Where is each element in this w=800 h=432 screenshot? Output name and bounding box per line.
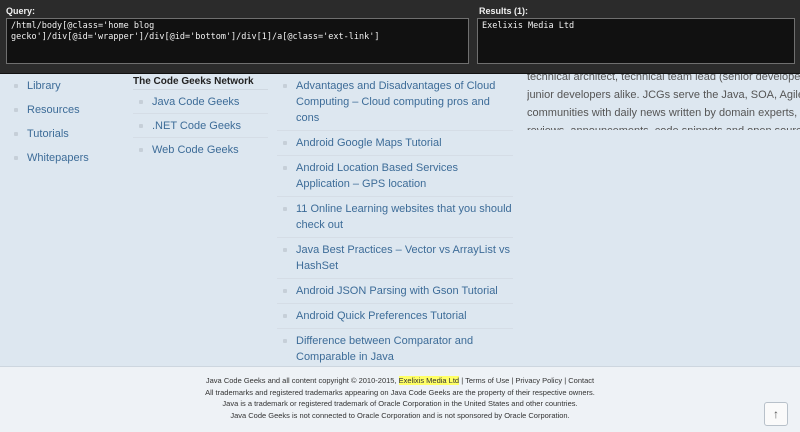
link-tutorials[interactable]: Tutorials [8, 122, 116, 146]
bullet-icon [14, 156, 18, 160]
copyright-text: Java Code Geeks and all content copyrigh… [205, 376, 397, 385]
results-label: Results (1): [479, 6, 529, 16]
arrow-up-icon: ↑ [773, 407, 779, 421]
copyright-line: Java Code Geeks and all content copyrigh… [0, 375, 800, 387]
links-column: Library Resources Tutorials Whitepapers [8, 74, 116, 170]
privacy-link[interactable]: Privacy Policy [515, 376, 562, 385]
query-input[interactable]: /html/body[@class='home blog gecko']/div… [6, 18, 469, 64]
link-label: Whitepapers [27, 152, 89, 164]
post-title: Android Quick Preferences Tutorial [296, 310, 467, 322]
trademarks-line: All trademarks and registered trademarks… [205, 387, 595, 397]
post-link[interactable]: Advantages and Disadvantages of Cloud Co… [277, 74, 513, 131]
bullet-icon [14, 84, 18, 88]
link-library[interactable]: Library [8, 74, 116, 98]
bullet-icon [283, 289, 287, 293]
bullet-icon [283, 141, 287, 145]
scroll-to-top-button[interactable]: ↑ [764, 402, 788, 426]
network-item-label: Java Code Geeks [152, 95, 240, 108]
separator: | [511, 376, 514, 385]
link-resources[interactable]: Resources [8, 98, 116, 122]
post-title: Android JSON Parsing with Gson Tutorial [296, 285, 498, 297]
bullet-icon [14, 108, 18, 112]
link-whitepapers[interactable]: Whitepapers [8, 146, 116, 170]
link-label: Resources [27, 104, 80, 116]
xpath-helper-panel: Query: /html/body[@class='home blog geck… [0, 0, 800, 74]
link-label: Tutorials [27, 128, 69, 140]
java-trademark-line: Java is a trademark or registered tradem… [222, 399, 578, 408]
network-item-web[interactable]: Web Code Geeks [133, 138, 268, 162]
bullet-icon [283, 84, 287, 88]
network-column: The Code Geeks Network Java Code Geeks .… [133, 74, 268, 162]
post-link[interactable]: 11 Online Learning websites that you sho… [277, 197, 513, 238]
post-title: 11 Online Learning websites that you sho… [296, 203, 512, 231]
recent-posts-column: Advantages and Disadvantages of Cloud Co… [277, 74, 513, 369]
bullet-icon [283, 314, 287, 318]
page-footer: Java Code Geeks and all content copyrigh… [0, 366, 800, 432]
network-title: The Code Geeks Network [133, 74, 268, 90]
about-text-line: communities with daily news written by d… [527, 107, 800, 119]
network-item-label: .NET Code Geeks [152, 119, 242, 132]
separator: | [461, 376, 464, 385]
post-link[interactable]: Java Best Practices – Vector vs ArrayLis… [277, 238, 513, 279]
contact-link[interactable]: Contact [568, 376, 594, 385]
link-label: Library [27, 80, 61, 92]
about-column: technical architect, technical team lead… [527, 68, 800, 130]
bullet-icon [139, 123, 143, 128]
bullet-icon [14, 132, 18, 136]
post-title: Difference between Comparator and Compar… [296, 335, 474, 363]
post-link[interactable]: Android Google Maps Tutorial [277, 131, 513, 156]
post-link[interactable]: Difference between Comparator and Compar… [277, 329, 513, 369]
bottom-section: Library Resources Tutorials Whitepapers … [0, 71, 800, 364]
bullet-icon [283, 166, 287, 170]
not-connected-line: Java Code Geeks is not connected to Orac… [230, 410, 570, 420]
post-link[interactable]: Android Quick Preferences Tutorial [277, 304, 513, 329]
post-title: Android Google Maps Tutorial [296, 137, 442, 149]
query-label: Query: [6, 6, 36, 16]
bullet-icon [283, 339, 287, 343]
about-text-line: reviews, announcements, code snippets an… [527, 122, 800, 130]
post-link[interactable]: Android JSON Parsing with Gson Tutorial [277, 279, 513, 304]
results-output[interactable]: Exelixis Media Ltd [477, 18, 795, 64]
bullet-icon [283, 207, 287, 211]
separator: | [564, 376, 567, 385]
post-title: Android Location Based Services Applicat… [296, 162, 459, 190]
network-item-java[interactable]: Java Code Geeks [133, 90, 268, 114]
about-text-line: junior developers alike. JCGs serve the … [527, 89, 800, 101]
post-link[interactable]: Android Location Based Services Applicat… [277, 156, 513, 197]
network-item-label: Web Code Geeks [152, 144, 239, 156]
bullet-icon [139, 148, 143, 152]
terms-link[interactable]: Terms of Use [465, 376, 509, 385]
post-title: Advantages and Disadvantages of Cloud Co… [296, 80, 496, 124]
bullet-icon [283, 248, 287, 252]
bullet-icon [139, 99, 143, 104]
company-link[interactable]: Exelixis Media Ltd [398, 376, 460, 385]
post-title: Java Best Practices – Vector vs ArrayLis… [296, 244, 510, 272]
network-item-dotnet[interactable]: .NET Code Geeks [133, 114, 268, 138]
